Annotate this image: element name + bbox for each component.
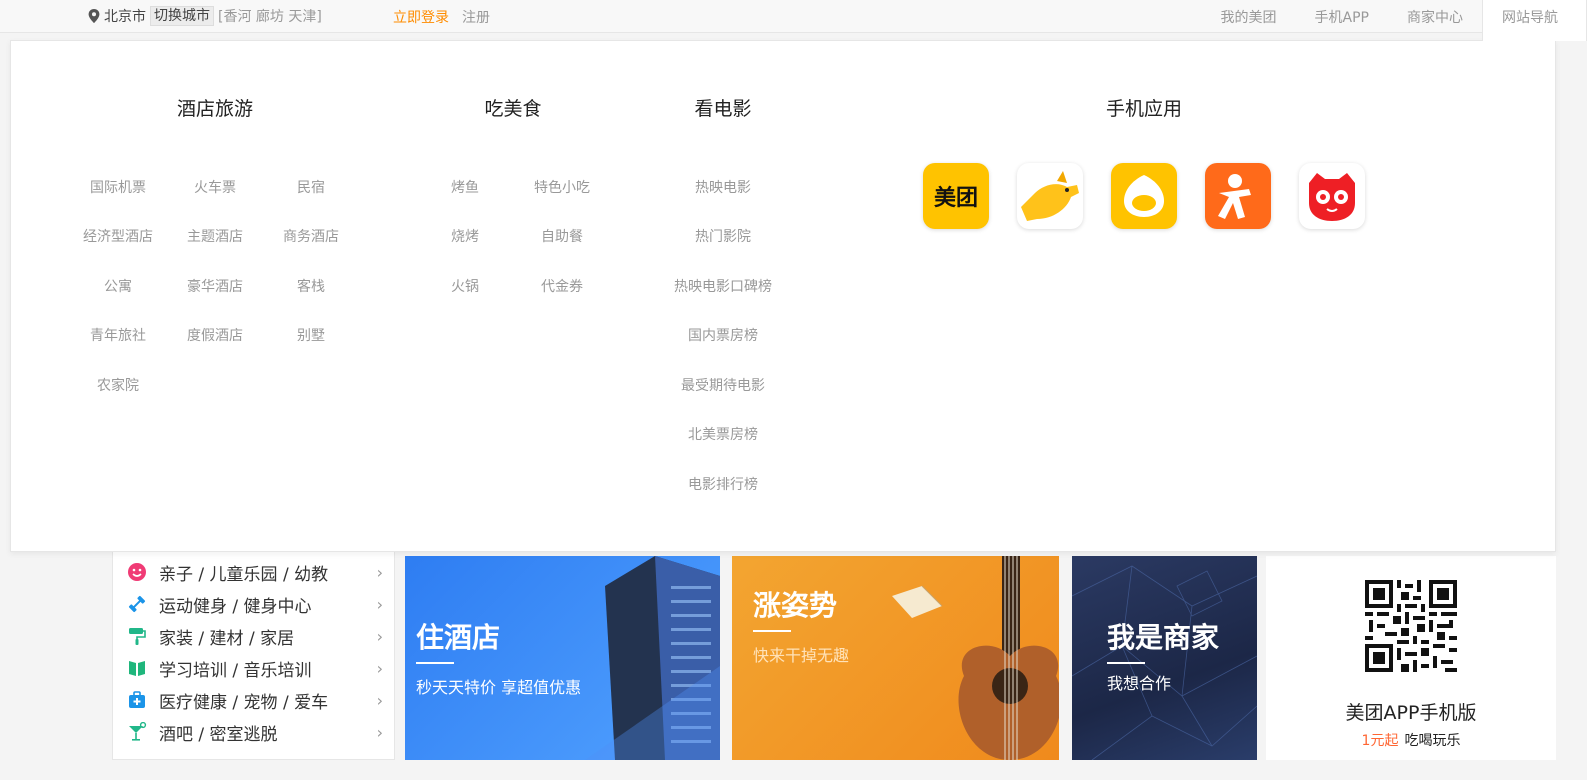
category-item-bar[interactable]: 酒吧 / 密室逃脱 › (127, 720, 387, 745)
banner-divider (753, 630, 791, 632)
maoyan-app-icon[interactable] (1299, 163, 1365, 229)
category-list: 亲子 / 儿童乐园 / 幼教 › 运动健身 / 健身中心 › 家装 / 建材 /… (112, 548, 395, 760)
link-farm-stay[interactable]: 农家院 (53, 375, 183, 395)
link-homestay[interactable]: 民宿 (246, 177, 376, 197)
section-title-hotel-travel: 酒店旅游 (176, 98, 253, 120)
site-navigation-dropdown: 酒店旅游 国际机票 火车票 民宿 经济型酒店 主题酒店 商务酒店 公寓 豪华酒店… (10, 40, 1556, 552)
kid-icon (127, 562, 147, 582)
medkit-icon (127, 690, 147, 710)
location-pin-icon (88, 9, 100, 23)
nearby-cities[interactable]: [香河 廊坊 天津] (218, 6, 322, 26)
category-item-medical[interactable]: 医疗健康 / 宠物 / 爱车 › (127, 688, 387, 713)
location-area: 北京市 切换城市 [香河 廊坊 天津] (88, 6, 322, 26)
section-title-food: 吃美食 (484, 98, 542, 120)
category-item-education[interactable]: 学习培训 / 音乐培训 › (127, 656, 387, 681)
nav-my-meituan[interactable]: 我的美团 (1202, 0, 1296, 33)
book-icon (127, 658, 147, 678)
merchant-banner[interactable]: 我是商家 我想合作 (1072, 556, 1257, 760)
category-label: 家装 / 建材 / 家居 (159, 628, 295, 649)
chevron-right-icon: › (376, 723, 383, 742)
hotel-banner-title: 住酒店 (416, 621, 501, 654)
link-inn[interactable]: 客栈 (246, 276, 376, 296)
learning-banner-title: 涨姿势 (753, 589, 838, 622)
category-label: 酒吧 / 密室逃脱 (159, 724, 278, 745)
category-label: 运动健身 / 健身中心 (159, 596, 312, 617)
link-business-hotel[interactable]: 商务酒店 (246, 226, 376, 246)
learning-banner[interactable]: 涨姿势 快来干掉无趣 (732, 556, 1059, 760)
merchant-banner-subtitle: 我想合作 (1107, 674, 1172, 693)
network-pattern (1072, 565, 1257, 760)
meituan-app-label: 美团 (933, 186, 978, 211)
category-item-kids[interactable]: 亲子 / 儿童乐园 / 幼教 › (127, 560, 387, 585)
dianping-logo-icon (1218, 174, 1251, 219)
section-title-movies: 看电影 (694, 98, 752, 120)
cocktail-icon (127, 722, 147, 742)
dog-app-icon[interactable] (1017, 163, 1083, 229)
app-slogan: 吃喝玩乐 (1404, 733, 1461, 749)
link-now-showing[interactable]: 热映电影 (658, 177, 788, 197)
chevron-right-icon: › (376, 595, 383, 614)
current-city: 北京市 (104, 9, 146, 25)
chevron-right-icon: › (376, 563, 383, 582)
drop-logo-icon (1124, 175, 1164, 217)
meituan-app-icon[interactable]: 美团 (923, 163, 989, 229)
chevron-right-icon: › (376, 659, 383, 678)
link-most-anticipated[interactable]: 最受期待电影 (658, 375, 788, 395)
link-villa[interactable]: 别墅 (246, 325, 376, 345)
hotel-banner-subtitle: 秒天天特价 享超值优惠 (416, 678, 582, 697)
category-label: 学习培训 / 音乐培训 (159, 660, 312, 681)
chevron-right-icon: › (376, 627, 383, 646)
app-download-box: 美团APP手机版 1元起 吃喝玩乐 (1266, 556, 1556, 760)
link-movie-ranking[interactable]: 电影排行榜 (658, 474, 788, 494)
cat-logo-icon (1309, 173, 1355, 221)
hotel-banner[interactable]: 住酒店 秒天天特价 享超值优惠 (405, 556, 720, 760)
switch-city-button[interactable]: 切换城市 (150, 6, 214, 26)
link-buffet[interactable]: 自助餐 (497, 226, 627, 246)
app-title: 美团APP手机版 (1345, 702, 1477, 724)
app-subtitle: 1元起 吃喝玩乐 (1266, 730, 1556, 750)
link-domestic-box-office[interactable]: 国内票房榜 (658, 325, 788, 345)
banner-divider (416, 662, 454, 664)
merchant-banner-title: 我是商家 (1107, 621, 1220, 654)
banner-divider (1107, 662, 1145, 664)
link-snacks[interactable]: 特色小吃 (497, 177, 627, 197)
nav-merchant-center[interactable]: 商家中心 (1388, 0, 1482, 33)
nav-mobile-app[interactable]: 手机APP (1296, 0, 1388, 33)
category-label: 医疗健康 / 宠物 / 爱车 (159, 692, 329, 713)
link-voucher[interactable]: 代金券 (497, 276, 627, 296)
paint-roller-icon (127, 626, 147, 646)
dumbbell-icon (127, 594, 147, 614)
link-na-box-office[interactable]: 北美票房榜 (658, 424, 788, 444)
category-label: 亲子 / 儿童乐园 / 幼教 (159, 564, 329, 585)
dog-logo-icon (1021, 171, 1079, 221)
top-nav: 我的美团 手机APP 商家中心 网站导航 (1202, 0, 1587, 41)
learning-banner-subtitle: 快来干掉无趣 (753, 646, 850, 665)
chevron-right-icon: › (376, 691, 383, 710)
category-item-home-decor[interactable]: 家装 / 建材 / 家居 › (127, 624, 387, 649)
login-link[interactable]: 立即登录 (393, 7, 449, 27)
price-highlight: 1元起 (1361, 733, 1399, 749)
drop-app-icon[interactable] (1111, 163, 1177, 229)
ukulele-illustration (892, 556, 1059, 760)
top-bar: 北京市 切换城市 [香河 廊坊 天津] 立即登录 注册 我的美团 手机APP 商… (0, 0, 1587, 41)
building-illustration (585, 556, 720, 760)
link-reputation-chart[interactable]: 热映电影口碑榜 (658, 276, 788, 296)
register-link[interactable]: 注册 (462, 7, 490, 27)
section-title-mobile-apps: 手机应用 (1105, 98, 1182, 120)
dianping-app-icon[interactable] (1205, 163, 1271, 229)
nav-site-navigation[interactable]: 网站导航 (1482, 0, 1587, 41)
category-item-fitness[interactable]: 运动健身 / 健身中心 › (127, 592, 387, 617)
qr-code-image[interactable] (1365, 580, 1457, 672)
link-popular-cinemas[interactable]: 热门影院 (658, 226, 788, 246)
